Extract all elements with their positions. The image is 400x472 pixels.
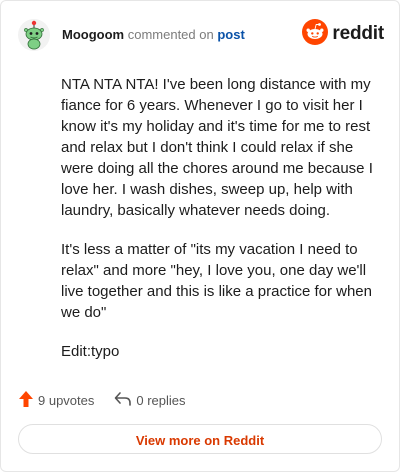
reddit-logo-icon — [302, 18, 329, 50]
upvote-arrow-icon — [18, 390, 38, 411]
comment-meta: Moogoom commented on post — [62, 27, 245, 43]
comment-header: Moogoom commented on post reddit — [18, 18, 384, 53]
comment-paragraph: Edit:typo — [61, 343, 120, 360]
reddit-wordmark: reddit — [332, 23, 384, 44]
embedded-comment-card: Moogoom commented on post reddit NTA NTA… — [0, 0, 400, 472]
post-link[interactable]: post — [217, 27, 244, 42]
upvote-count: 9 upvotes — [38, 392, 95, 408]
reply-button[interactable]: 0 replies — [114, 391, 186, 410]
reply-count: 0 replies — [136, 392, 186, 408]
comment-body: NTA NTA NTA! I've been long distance wit… — [61, 74, 387, 380]
upvote-button[interactable]: 9 upvotes — [18, 390, 94, 411]
reply-arrow-icon — [114, 391, 136, 410]
snoo-avatar-icon[interactable] — [18, 19, 50, 51]
username-link[interactable]: Moogoom — [62, 27, 124, 42]
view-more-button[interactable]: View more on Reddit — [18, 424, 382, 454]
comment-paragraph: NTA NTA NTA! I've been long distance wit… — [61, 76, 373, 219]
comment-footer: 9 upvotes 0 replies — [18, 389, 206, 411]
commented-on-label: commented on — [127, 27, 214, 42]
reddit-brand[interactable]: reddit — [302, 18, 384, 50]
comment-paragraph: It's less a matter of "its my vacation I… — [61, 241, 372, 321]
